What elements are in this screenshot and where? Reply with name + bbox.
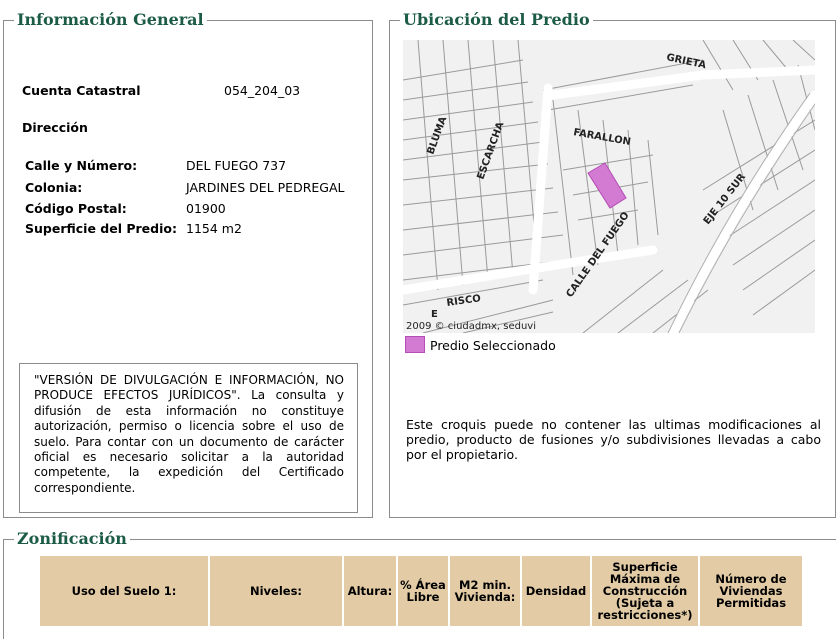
codigo-postal-label: Código Postal:: [25, 201, 127, 216]
calle-numero-value: DEL FUEGO 737: [186, 158, 287, 173]
map-label-bluma: BLUMA: [425, 115, 449, 156]
zonificacion-legend: Zonificación: [14, 529, 130, 549]
legal-notice: "VERSIÓN DE DIVULGACIÓN E INFORMACIÓN, N…: [19, 363, 358, 513]
codigo-postal-value: 01900: [186, 201, 226, 216]
zonificacion-table: Uso del Suelo 1: Niveles: Altura: % Área…: [40, 556, 804, 626]
map-svg: GRIETA BLUMA ESCARCHA FARALLON EJE 10 SU…: [403, 40, 815, 333]
location-map[interactable]: GRIETA BLUMA ESCARCHA FARALLON EJE 10 SU…: [403, 40, 815, 333]
col-niveles: Niveles:: [210, 556, 344, 626]
calle-numero-label: Calle y Número:: [25, 158, 138, 173]
col-densidad: Densidad: [522, 556, 592, 626]
selected-parcel[interactable]: [587, 162, 627, 209]
map-label-risco: RISCO: [446, 293, 482, 309]
colonia-value: JARDINES DEL PEDREGAL: [186, 180, 345, 195]
col-area-libre: % Área Libre: [398, 556, 450, 626]
map-disclaimer: Este croquis puede no contener las ultim…: [406, 417, 821, 462]
selected-parcel-swatch: [405, 336, 425, 353]
selected-parcel-legend: Predio Seleccionado: [430, 338, 556, 353]
map-label-grieta: GRIETA: [665, 52, 707, 71]
superficie-label: Superficie del Predio:: [25, 221, 177, 236]
col-superficie-maxima: Superficie Máxima de Construcción (Sujet…: [592, 556, 700, 626]
col-altura: Altura:: [344, 556, 398, 626]
col-uso-suelo: Uso del Suelo 1:: [40, 556, 210, 626]
cuenta-catastral-label: Cuenta Catastral: [22, 83, 141, 98]
col-m2-vivienda: M2 min. Vivienda:: [450, 556, 522, 626]
table-header-row: Uso del Suelo 1: Niveles: Altura: % Área…: [40, 556, 804, 626]
map-label-e: E: [431, 309, 438, 320]
colonia-label: Colonia:: [25, 180, 83, 195]
cuenta-catastral-value: 054_204_03: [224, 83, 301, 98]
informacion-general-legend: Información General: [14, 10, 207, 30]
map-label-farallon: FARALLON: [572, 127, 631, 148]
ubicacion-predio-legend: Ubicación del Predio: [400, 10, 593, 30]
direccion-label: Dirección: [22, 120, 88, 135]
map-copyright: 2009 © ciudadmx, seduvi: [406, 321, 536, 332]
col-numero-viviendas: Número de Viviendas Permitidas: [700, 556, 804, 626]
superficie-value: 1154 m2: [186, 221, 242, 236]
